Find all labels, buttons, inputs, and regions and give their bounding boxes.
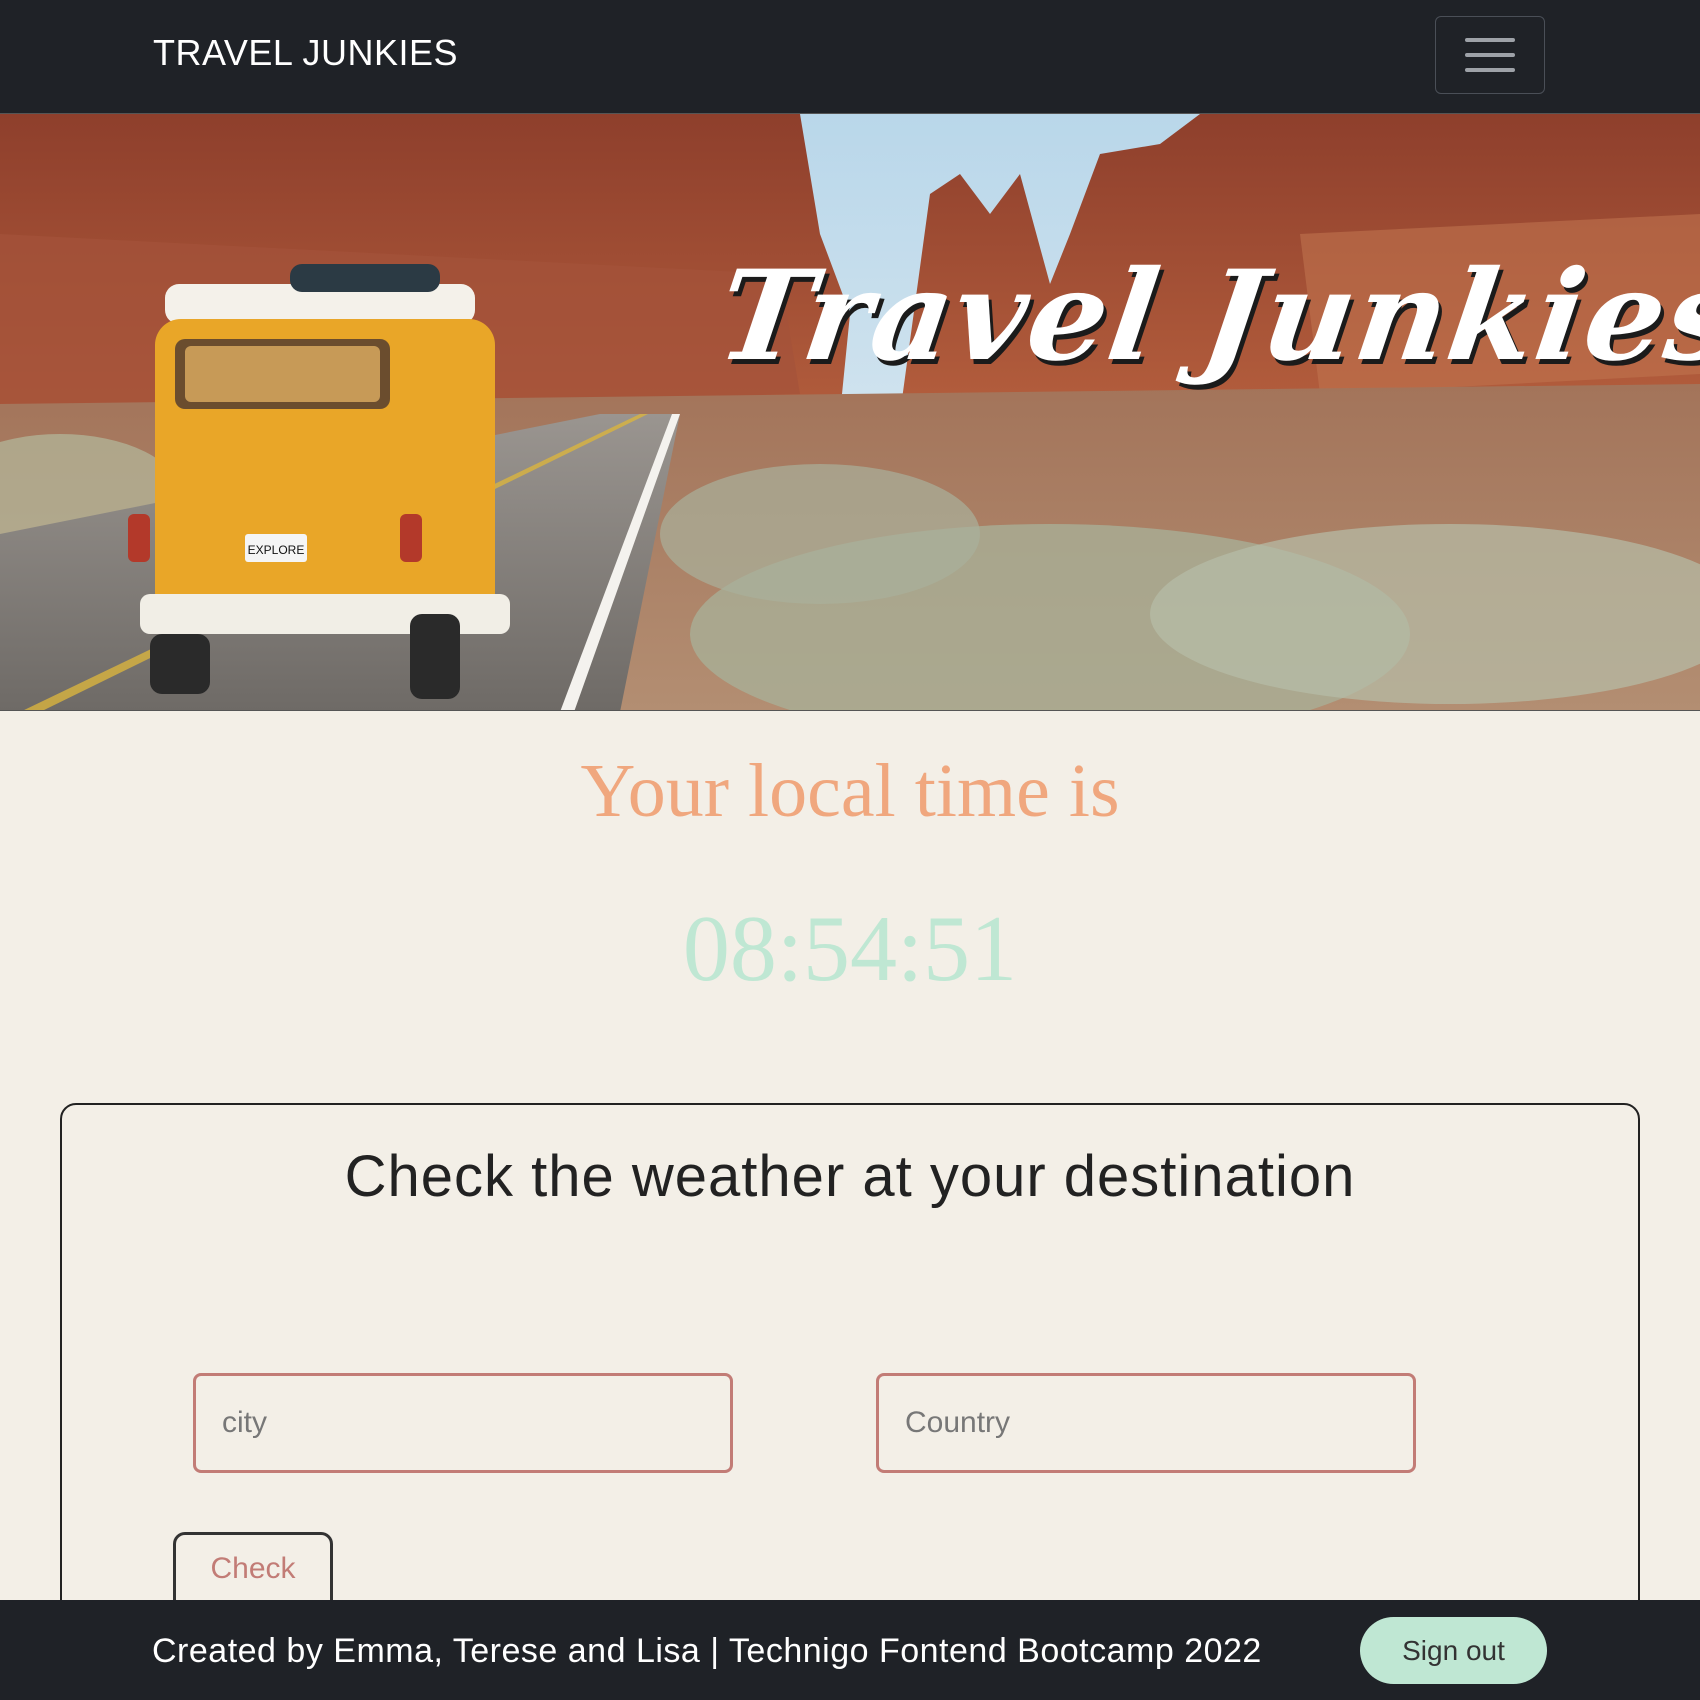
- weather-title: Check the weather at your destination: [344, 1144, 1356, 1209]
- weather-card: Check the weather at your destination Ch…: [60, 1103, 1640, 1663]
- hero-banner: EXPLORE Travel Junkies: [0, 113, 1700, 711]
- brand-logo[interactable]: TRAVEL JUNKIES: [153, 32, 458, 74]
- hero-photo: EXPLORE: [0, 114, 1700, 710]
- footer: Created by Emma, Terese and Lisa | Techn…: [0, 1600, 1700, 1700]
- city-input[interactable]: [193, 1373, 733, 1473]
- top-navbar: TRAVEL JUNKIES: [0, 0, 1700, 113]
- footer-credit: Created by Emma, Terese and Lisa | Techn…: [152, 1632, 1262, 1670]
- hero-title: Travel Junkies: [709, 244, 1700, 389]
- local-time-clock: 08:54:51: [682, 897, 1018, 1001]
- van-illustration: EXPLORE: [128, 264, 510, 699]
- svg-text:EXPLORE: EXPLORE: [248, 543, 305, 557]
- local-time-label: Your local time is: [580, 749, 1120, 833]
- country-input[interactable]: [876, 1373, 1416, 1473]
- hamburger-menu-icon[interactable]: [1435, 16, 1545, 94]
- sign-out-button[interactable]: Sign out: [1360, 1617, 1547, 1684]
